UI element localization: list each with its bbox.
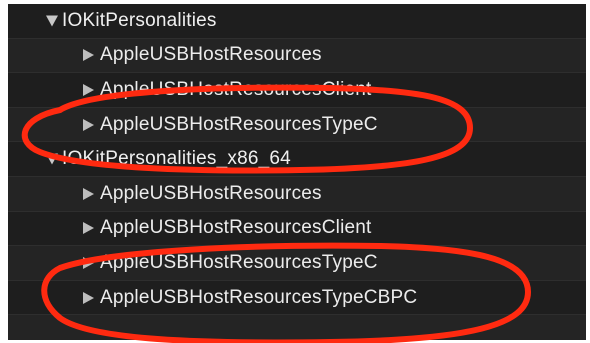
- tree-row-iokitpersonalities[interactable]: IOKitPersonalities: [8, 4, 586, 39]
- disclosure-right-icon[interactable]: [83, 291, 94, 304]
- disclosure-right-icon[interactable]: [83, 222, 94, 235]
- disclosure-down-icon[interactable]: [46, 153, 58, 165]
- disclosure-right-icon[interactable]: [83, 187, 94, 200]
- plist-tree-panel: IOKitPersonalities AppleUSBHostResources…: [8, 4, 586, 340]
- tree-row-label: AppleUSBHostResourcesTypeCBPC: [100, 286, 418, 308]
- disclosure-right-icon[interactable]: [83, 118, 94, 131]
- tree-row-empty: [8, 315, 586, 340]
- tree-row-label: IOKitPersonalities_x86_64: [62, 148, 291, 170]
- tree-row-label: IOKitPersonalities: [62, 9, 217, 31]
- tree-row-iokitpersonalities-x86-64[interactable]: IOKitPersonalities_x86_64: [8, 142, 586, 177]
- tree-row-label: AppleUSBHostResources: [100, 182, 322, 204]
- tree-row-applesusbhostresources-x86[interactable]: AppleUSBHostResources: [8, 177, 586, 212]
- tree-row-label: AppleUSBHostResourcesTypeC: [100, 113, 378, 135]
- tree-row-applesusbhostresourcestypec[interactable]: AppleUSBHostResourcesTypeC: [8, 107, 586, 143]
- tree-row-label: AppleUSBHostResources: [100, 44, 322, 66]
- disclosure-right-icon[interactable]: [83, 256, 94, 269]
- disclosure-down-icon[interactable]: [46, 15, 58, 27]
- tree-row-label: AppleUSBHostResourcesClient: [100, 78, 372, 100]
- tree-row-applesusbhostresourcestypecbpc-x86[interactable]: AppleUSBHostResourcesTypeCBPC: [8, 281, 586, 316]
- tree-row-applesusbhostresources[interactable]: AppleUSBHostResources: [8, 38, 586, 74]
- tree-row-applesusbhostresourcesclient[interactable]: AppleUSBHostResourcesClient: [8, 73, 586, 108]
- tree-row-applesusbhostresourcesclient-x86[interactable]: AppleUSBHostResourcesClient: [8, 212, 586, 247]
- disclosure-right-icon[interactable]: [83, 49, 94, 62]
- disclosure-right-icon[interactable]: [83, 83, 94, 96]
- tree-row-label: AppleUSBHostResourcesTypeC: [100, 251, 378, 273]
- tree-row-label: AppleUSBHostResourcesClient: [100, 217, 372, 239]
- tree-row-applesusbhostresourcestypec-x86[interactable]: AppleUSBHostResourcesTypeC: [8, 246, 586, 281]
